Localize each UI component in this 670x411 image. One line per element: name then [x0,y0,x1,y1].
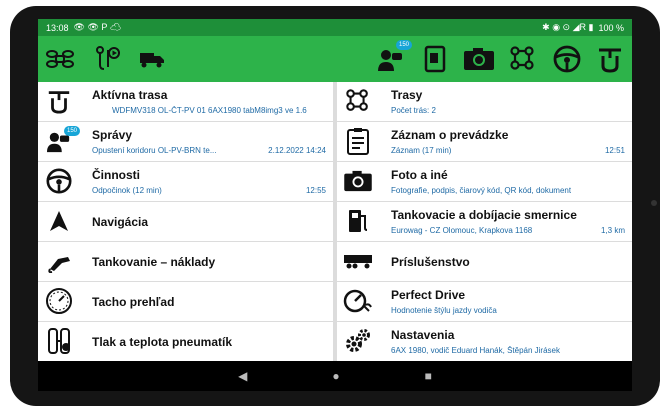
menu-item-subtitle: Záznam (17 min) [391,146,452,155]
menu-item-title: Záznam o prevádzke [391,128,509,142]
menu-item-subtitle: Odpočinok (12 min) [92,186,162,195]
status-bar: 13:08 👁 👁 P ☁ ✱ ◉ ⊙ ◢R ▮ 100 % [38,19,632,36]
truck-icon[interactable] [130,36,174,82]
steering-wheel-icon [44,166,74,196]
steering-wheel-icon[interactable] [545,36,589,82]
menu-item-subtitle: Počet trás: 2 [391,106,436,115]
tacho-logo-icon[interactable] [588,36,632,82]
menu-item-title: Foto a iné [391,168,448,182]
menu-item-accessories[interactable]: Príslušenstvo [337,242,632,281]
menu-item-subtitle: 6AX 1980, vodič Eduard Hanák, Štěpán Jir… [391,346,560,355]
menu-item-perfect-drive[interactable]: Perfect Drive Hodnotenie štýlu jazdy vod… [337,282,632,321]
toolbar: 150 [38,36,632,82]
menu-item-fuel-guidelines[interactable]: Tankovacie a dobíjacie smernice Eurowag … [337,202,632,241]
fuel-nozzle-icon [44,246,74,276]
menu-item-tacho-overview[interactable]: Tacho prehľad [38,282,333,321]
menu-item-title: Navigácia [92,215,149,229]
status-time: 13:08 [46,22,69,33]
routes-icon [343,86,373,116]
menu-item-title: Perfect Drive [391,288,466,302]
back-button[interactable]: ◀ [238,369,247,383]
menu-item-subtitle: Opustení koridoru OL-PV-BRN te... [92,146,217,155]
tire-pressure-icon [44,326,74,356]
camera-icon [343,166,373,196]
menu-item-fuel-costs[interactable]: Tankovanie – náklady [38,242,333,281]
menu-item-distance: 1,3 km [600,226,625,235]
tacho-logo-icon [44,86,74,116]
menu-item-title: Príslušenstvo [391,255,470,269]
menu-item-title: Tlak a teplota pneumatík [92,335,233,349]
clipboard-icon [343,126,373,156]
battery-level: 100 % [598,22,624,33]
menu-item-operation-log[interactable]: Záznam o prevádzke Záznam (17 min) 12:51 [337,122,632,161]
tachograph-gauge-icon [44,286,74,316]
menu-item-timestamp: 12:51 [604,146,625,155]
menu-item-title: Tacho prehľad [92,295,175,309]
menu-item-title: Aktívna trasa [92,88,168,102]
camera-dot [651,200,657,206]
screen: 13:08 👁 👁 P ☁ ✱ ◉ ⊙ ◢R ▮ 100 % 150 Aktív… [38,19,632,391]
menu-item-title: Tankovanie – náklady [92,255,216,269]
camera-icon[interactable] [457,36,501,82]
routes-icon[interactable] [501,36,545,82]
tablet-device: 13:08 👁 👁 P ☁ ✱ ◉ ⊙ ◢R ▮ 100 % 150 Aktív… [0,0,670,411]
fuel-pump-icon [343,206,373,236]
android-nav-bar: ◀ ● ■ [38,361,632,391]
trailer-icon [343,246,373,276]
menu-item-messages[interactable]: 150 Správy Opustení koridoru OL-PV-BRN t… [38,122,333,161]
menu-item-subtitle: Eurowag - CZ Olomouc, Krapkova 1168 [391,226,533,235]
left-menu: Aktívna trasa WDFMV318 OL-ČT-PV 01 6AX19… [38,82,333,361]
menu-content: Aktívna trasa WDFMV318 OL-ČT-PV 01 6AX19… [38,82,632,361]
perfect-drive-icon [343,286,373,316]
drone-icon[interactable] [38,36,82,82]
messages-badge: 150 [63,126,80,136]
status-icons: ✱ ◉ ⊙ ◢R ▮ [542,22,594,32]
menu-item-title: Činnosti [92,168,140,182]
navigation-arrow-icon [44,206,74,236]
recents-button[interactable]: ■ [425,369,432,383]
menu-item-navigation[interactable]: Navigácia [38,202,333,241]
settings-gears-icon [343,326,373,356]
menu-item-title: Správy [92,128,133,142]
menu-item-timestamp: 12:55 [305,186,326,195]
menu-item-title: Trasy [391,88,423,102]
menu-item-active-route[interactable]: Aktívna trasa WDFMV318 OL-ČT-PV 01 6AX19… [38,82,333,121]
menu-item-title: Tankovacie a dobíjacie smernice [391,208,577,222]
menu-item-subtitle: Hodnotenie štýlu jazdy vodiča [391,306,497,315]
document-icon[interactable] [413,36,457,82]
messages-badge: 150 [395,40,412,50]
menu-item-subtitle: Fotografie, podpis, čiarový kód, QR kód,… [391,186,572,195]
menu-item-settings[interactable]: Nastavenia 6AX 1980, vodič Eduard Hanák,… [337,322,632,361]
menu-item-timestamp: 2.12.2022 14:24 [268,146,326,155]
route-play-icon[interactable] [86,36,130,82]
menu-item-subtitle: WDFMV318 OL-ČT-PV 01 6AX1980 tabM8img3 v… [112,106,307,115]
menu-item-tire-pressure[interactable]: Tlak a teplota pneumatík [38,322,333,361]
right-menu: Trasy Počet trás: 2 Záznam o prevádzke Z… [337,82,632,361]
messages-icon[interactable]: 150 [369,36,413,82]
menu-item-activities[interactable]: Činnosti Odpočinok (12 min) 12:55 [38,162,333,201]
menu-item-photo[interactable]: Foto a iné Fotografie, podpis, čiarový k… [337,162,632,201]
menu-item-routes[interactable]: Trasy Počet trás: 2 [337,82,632,121]
menu-item-title: Nastavenia [391,328,455,342]
home-button[interactable]: ● [332,369,339,383]
messages-icon: 150 [44,126,80,156]
notification-icons: 👁 👁 P ☁ [73,22,122,32]
